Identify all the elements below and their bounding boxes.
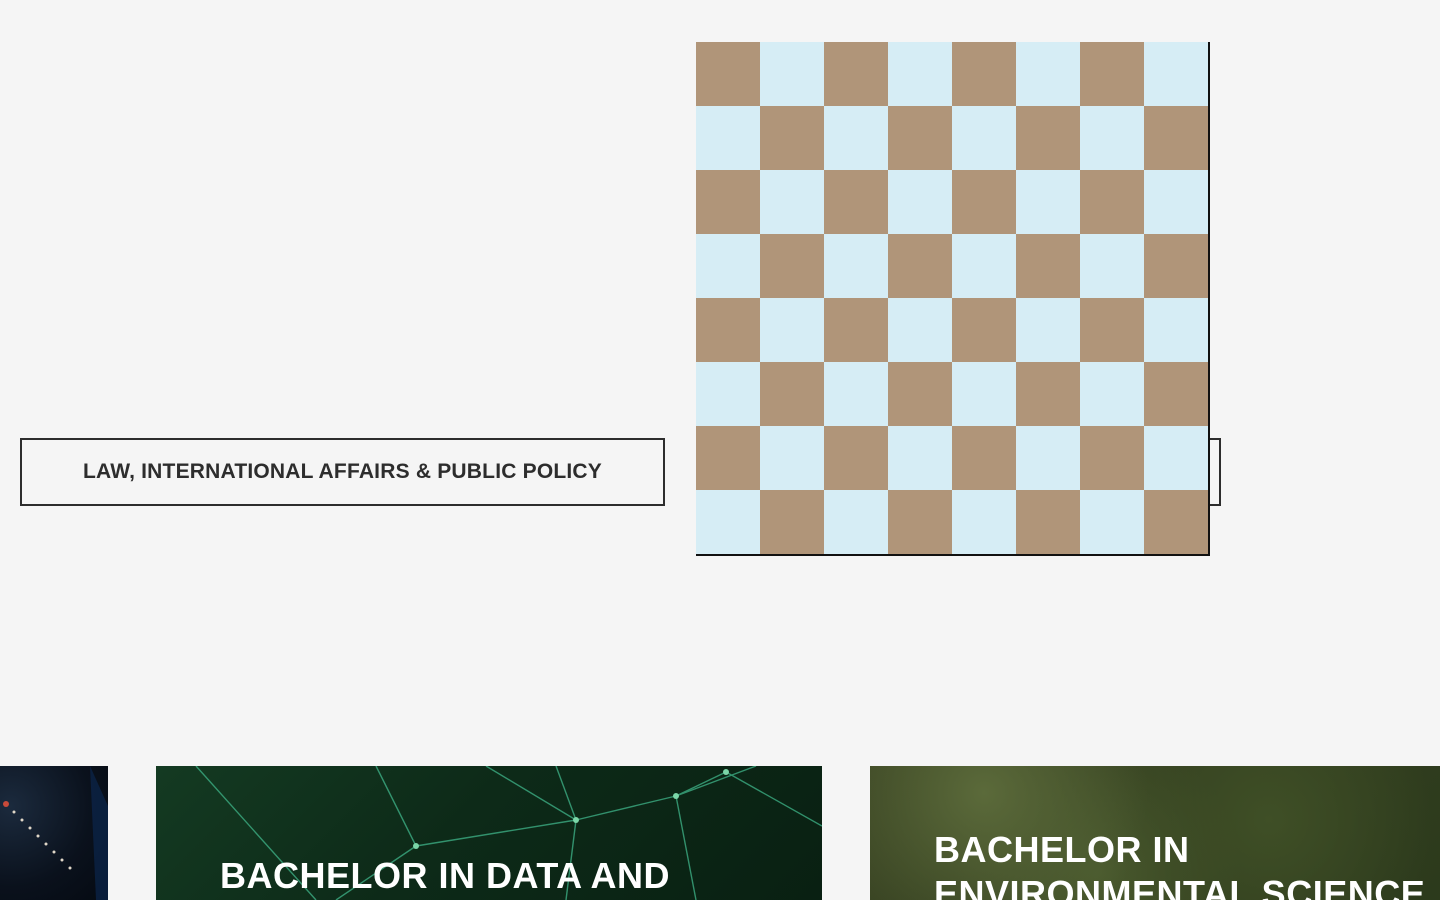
program-card-title: BACHELOR IN DATA AND xyxy=(220,855,670,896)
network-graphic xyxy=(3,766,108,900)
program-card-title-line1: BACHELOR IN xyxy=(934,829,1190,870)
page: LAW, INTERNATIONAL AFFAIRS & PUBLIC POLI… xyxy=(0,0,1440,900)
program-card-data[interactable]: BACHELOR IN DATA AND xyxy=(156,766,822,900)
filter-button-label: LAW, INTERNATIONAL AFFAIRS & PUBLIC POLI… xyxy=(82,460,602,483)
checkerboard-placeholder-image xyxy=(696,42,1210,556)
filter-button-law-international-affairs[interactable]: LAW, INTERNATIONAL AFFAIRS & PUBLIC POLI… xyxy=(20,438,665,506)
program-card-partial[interactable] xyxy=(0,766,108,900)
program-card-title: BACHELOR IN ENVIRONMENTAL SCIENCE xyxy=(934,828,1425,900)
program-card-environmental-science[interactable]: BACHELOR IN ENVIRONMENTAL SCIENCE xyxy=(870,766,1440,900)
program-card-title-line2: ENVIRONMENTAL SCIENCE xyxy=(934,873,1426,900)
